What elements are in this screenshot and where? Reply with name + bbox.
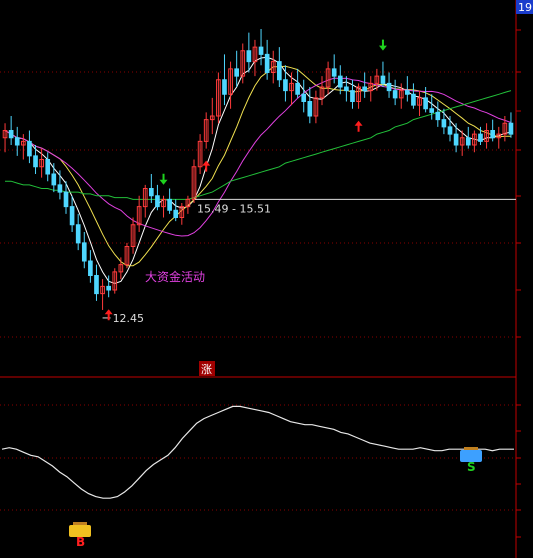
candle-body [69, 206, 75, 226]
badge-hat [464, 447, 478, 450]
badge-letter: S [467, 460, 476, 474]
kline-chart[interactable]: 12.45 15.49 - 15.51 大资金活动 B S 涨 19 [0, 0, 533, 558]
candle-body [307, 101, 313, 117]
candle-body [14, 137, 20, 146]
candle-body [277, 61, 282, 81]
candle-body [435, 111, 441, 121]
range-price-label: 15.49 - 15.51 [197, 202, 271, 215]
candle-body [27, 140, 32, 157]
candle-body [258, 46, 264, 55]
low-price-label: 12.45 [113, 312, 145, 325]
candle-body [441, 119, 447, 128]
candle-body [94, 275, 99, 295]
candle-body [344, 86, 349, 92]
candle-body [423, 97, 428, 110]
candle-body [234, 68, 239, 77]
candle-body [8, 130, 14, 139]
candle-body [264, 53, 270, 73]
candle-body [222, 79, 227, 95]
badge-letter: B [76, 535, 85, 549]
candle-body [246, 50, 252, 63]
candle-body [386, 82, 392, 92]
candle-body [331, 68, 337, 77]
candle-body [283, 79, 288, 92]
divider-badge: 涨 [201, 363, 212, 376]
candle-body [350, 90, 355, 102]
candle-body [490, 130, 495, 139]
candle-body [405, 90, 410, 95]
candle-body [57, 184, 63, 193]
candle-body [88, 260, 93, 276]
candle-body [362, 86, 367, 92]
candle-body [478, 133, 483, 142]
candle-body [301, 93, 307, 102]
candle-body [63, 191, 69, 208]
candle-body [337, 75, 343, 88]
candle-body [465, 137, 471, 146]
candle-body [295, 82, 300, 95]
candle-body [45, 159, 51, 175]
candle-body [149, 188, 154, 197]
candle-body [81, 242, 87, 262]
candle-body [51, 173, 57, 186]
candle-body [106, 285, 111, 291]
candle-body [33, 155, 38, 168]
candle-body [167, 198, 172, 211]
corner-label: 19 [518, 1, 532, 14]
candle-body [453, 133, 459, 146]
candle-body [429, 108, 435, 113]
candle-body [155, 195, 160, 208]
candle-body [392, 90, 398, 99]
badge-hat [73, 522, 87, 525]
candle-body [380, 75, 386, 84]
chart-background [0, 0, 533, 558]
capital-activity-label: 大资金活动 [145, 269, 205, 284]
candle-body [447, 126, 453, 135]
candle-body [173, 209, 179, 218]
candle-body [75, 224, 81, 244]
candle-body [411, 93, 416, 106]
candle-body [508, 122, 514, 135]
